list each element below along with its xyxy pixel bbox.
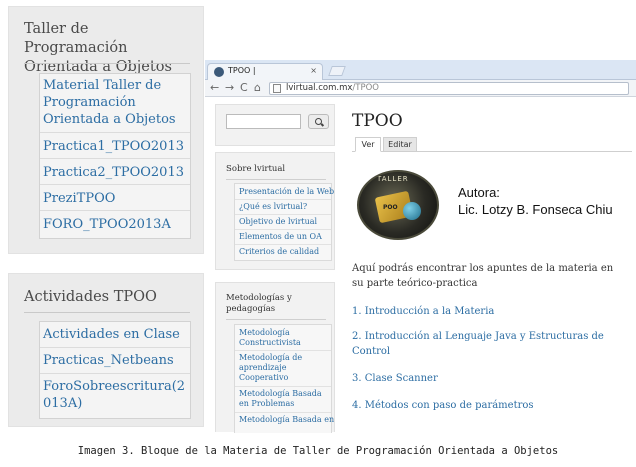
link-practica2[interactable]: Practica2_TPOO2013 — [43, 164, 184, 181]
back-icon[interactable]: ← — [210, 81, 219, 95]
new-tab-button[interactable] — [328, 66, 346, 76]
page-icon — [273, 84, 281, 93]
programming-block-title: Taller de Programación Orientada a Objet… — [24, 21, 172, 75]
author-name: Lic. Lotzy B. Fonseca Chiu — [458, 202, 613, 217]
search-icon — [315, 118, 322, 125]
intro-text: Aquí podrás encontrar los apuntes de la … — [352, 263, 614, 289]
search-input[interactable] — [226, 114, 301, 129]
divider — [235, 386, 331, 387]
divider — [235, 244, 331, 245]
address-bar[interactable]: lvirtual.com.mx/TPOO — [269, 82, 629, 95]
page-title: TPOO — [352, 111, 403, 131]
activities-block-title: Actividades TPOO — [24, 289, 157, 305]
divider — [40, 184, 190, 185]
divider — [24, 312, 190, 313]
link-practica1[interactable]: Practica1_TPOO2013 — [43, 138, 184, 155]
tab-ver[interactable]: Ver — [355, 137, 381, 152]
about-links: Presentación de la Web ¿Qué es lvirtual?… — [234, 183, 334, 261]
divider — [40, 132, 190, 133]
figure-caption: Imagen 3. Bloque de la Materia de Taller… — [77, 445, 559, 457]
divider — [235, 214, 331, 215]
divider — [226, 319, 326, 320]
methods-links: Metodología Constructivista Metodología … — [234, 324, 334, 433]
link-cooperativo[interactable]: Metodología de aprendizaje Cooperativo — [239, 353, 327, 383]
methods-block: Metodologías y pedagogías Metodología Co… — [215, 282, 335, 433]
author-label: Autora: — [458, 185, 500, 200]
link-foro-sobreescritura[interactable]: ForoSobreescritura(2013A) — [43, 378, 188, 412]
url-domain: lvirtual.com.mx — [286, 83, 353, 93]
link-basada-en[interactable]: Metodología Basada en — [239, 415, 334, 425]
link-material-taller[interactable]: Material Taller de Programación Orientad… — [43, 77, 183, 128]
link-presentacion[interactable]: Presentación de la Web — [239, 187, 334, 197]
link-criterios[interactable]: Criterios de calidad — [239, 247, 319, 257]
browser-window: TPOO | × ← → C ⌂ lvirtual.com.mx/TPOO So… — [205, 60, 636, 433]
home-icon[interactable]: ⌂ — [254, 81, 261, 95]
link-objetivo[interactable]: Objetivo de lvirtual — [239, 217, 317, 227]
link-que-es[interactable]: ¿Qué es lvirtual? — [239, 202, 307, 212]
browser-toolbar: ← → C ⌂ lvirtual.com.mx/TPOO — [205, 80, 636, 97]
divider — [24, 63, 190, 64]
programming-block: Taller de Programación Orientada a Objet… — [8, 6, 204, 254]
reload-icon[interactable]: C — [240, 81, 248, 95]
taller-poo-logo: TALLER POO — [357, 170, 439, 240]
link-prezi[interactable]: PreziTPOO — [43, 190, 115, 207]
browser-tab[interactable]: TPOO | × — [207, 63, 323, 80]
about-block-title: Sobre lvirtual — [226, 164, 286, 174]
divider — [40, 210, 190, 211]
tab-title: TPOO | — [228, 66, 256, 75]
link-problemas[interactable]: Metodología Basada en Problemas — [239, 389, 331, 409]
programming-links: Material Taller de Programación Orientad… — [39, 73, 191, 239]
url-text: lvirtual.com.mx/TPOO — [286, 83, 379, 94]
favicon-icon — [214, 67, 224, 77]
divider — [40, 373, 190, 374]
divider — [40, 158, 190, 159]
activities-block: Actividades TPOO Actividades en Clase Pr… — [8, 273, 204, 427]
search-button[interactable] — [308, 114, 329, 129]
link-constructivista[interactable]: Metodología Constructivista — [239, 328, 329, 348]
close-icon[interactable]: × — [310, 66, 317, 75]
methods-block-title: Metodologías y pedagogías — [226, 293, 292, 314]
link-intro-materia[interactable]: 1. Introducción a la Materia — [352, 304, 627, 319]
divider — [235, 412, 331, 413]
link-elementos[interactable]: Elementos de un OA — [239, 232, 322, 242]
activities-links: Actividades en Clase Practicas_Netbeans … — [39, 321, 191, 419]
logo-text: TALLER — [377, 175, 409, 183]
link-foro[interactable]: FORO_TPOO2013A — [43, 216, 171, 233]
search-block — [215, 104, 335, 146]
divider — [235, 199, 331, 200]
globe-icon — [403, 202, 421, 220]
tab-strip: TPOO | × — [205, 60, 636, 80]
url-path: /TPOO — [352, 83, 379, 93]
divider — [40, 347, 190, 348]
link-practicas-netbeans[interactable]: Practicas_Netbeans — [43, 352, 174, 369]
logo-subtext: POO — [383, 204, 398, 211]
forward-icon[interactable]: → — [225, 81, 234, 95]
divider — [235, 229, 331, 230]
link-actividades-clase[interactable]: Actividades en Clase — [43, 326, 180, 343]
link-intro-java[interactable]: 2. Introducción al Lenguaje Java y Estru… — [352, 329, 627, 359]
tab-editar[interactable]: Editar — [383, 137, 417, 152]
divider — [235, 350, 331, 351]
about-block: Sobre lvirtual Presentación de la Web ¿Q… — [215, 152, 335, 270]
link-metodos[interactable]: 4. Métodos con paso de parámetros — [352, 398, 627, 413]
divider — [226, 179, 326, 180]
link-clase-scanner[interactable]: 3. Clase Scanner — [352, 371, 627, 386]
